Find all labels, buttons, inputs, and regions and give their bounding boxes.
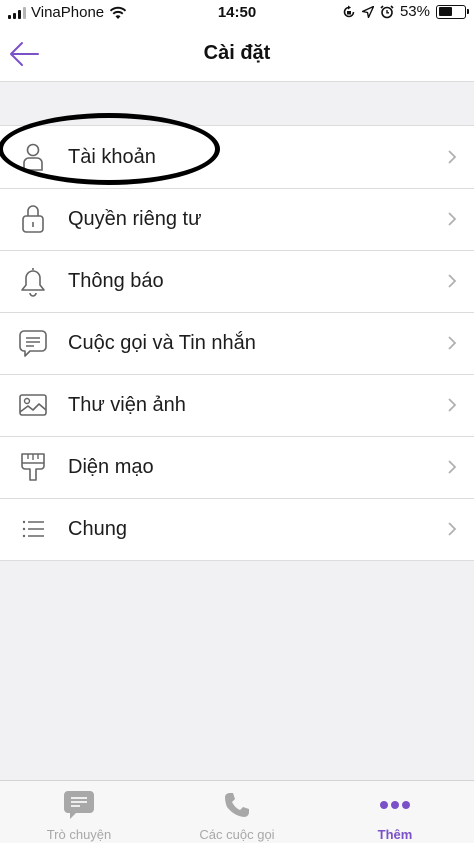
chevron-right-icon (448, 212, 457, 226)
navigation-bar: Cài đặt (0, 26, 474, 82)
image-icon (15, 389, 51, 421)
tab-label: Các cuộc gọi (199, 827, 275, 842)
paint-brush-icon (15, 451, 51, 483)
tab-label: Thêm (377, 827, 413, 842)
back-button[interactable] (6, 38, 42, 70)
list-icon (15, 513, 51, 545)
more-dots-icon[interactable] (316, 789, 474, 821)
chat-bubble-icon (15, 327, 51, 359)
tab-bar: Trò chuyện Các cuộc gọi Thêm (0, 780, 474, 843)
battery-percent: 53% (399, 3, 430, 20)
settings-item-general[interactable]: Chung (0, 498, 474, 560)
chevron-right-icon (448, 522, 457, 536)
phone-icon[interactable] (158, 789, 316, 821)
settings-item-label: Thư viện ảnh (68, 393, 186, 416)
chevron-right-icon (448, 398, 457, 412)
settings-list: Tài khoản Quyền riêng tư Thông báo Cuộc … (0, 113, 474, 561)
alarm-icon (380, 4, 394, 18)
page-title: Cài đặt (203, 42, 271, 64)
settings-item-appearance[interactable]: Diện mạo (0, 436, 474, 498)
tab-more[interactable]: Thêm (316, 781, 474, 843)
battery-icon (436, 4, 469, 19)
person-icon (15, 141, 51, 173)
arrow-left-icon[interactable] (6, 38, 42, 70)
status-right: 53% (342, 3, 469, 20)
settings-item-label: Cuộc gọi và Tin nhắn (68, 331, 256, 354)
chevron-right-icon (448, 274, 457, 288)
settings-item-label: Quyền riêng tư (68, 207, 202, 230)
settings-item-notifications[interactable]: Thông báo (0, 250, 474, 312)
chevron-right-icon (448, 460, 457, 474)
settings-item-label: Tài khoản (68, 145, 156, 168)
chevron-right-icon (448, 150, 457, 164)
chat-icon[interactable] (0, 789, 158, 821)
lock-icon (15, 203, 51, 235)
chevron-right-icon (448, 336, 457, 350)
tab-chats[interactable]: Trò chuyện (0, 781, 158, 843)
settings-item-photo-library[interactable]: Thư viện ảnh (0, 374, 474, 436)
settings-item-calls-messages[interactable]: Cuộc gọi và Tin nhắn (0, 312, 474, 374)
location-arrow-icon (361, 5, 374, 18)
settings-item-privacy[interactable]: Quyền riêng tư (0, 188, 474, 250)
settings-item-label: Chung (68, 517, 127, 540)
settings-item-account[interactable]: Tài khoản (0, 113, 474, 188)
bell-icon (15, 265, 51, 297)
tab-label: Trò chuyện (46, 827, 112, 842)
status-bar: VinaPhone 14:50 53% (0, 0, 474, 26)
rotation-lock-icon (343, 5, 355, 17)
tab-calls[interactable]: Các cuộc gọi (158, 781, 316, 843)
settings-item-label: Thông báo (68, 269, 164, 292)
settings-item-label: Diện mạo (68, 455, 154, 478)
